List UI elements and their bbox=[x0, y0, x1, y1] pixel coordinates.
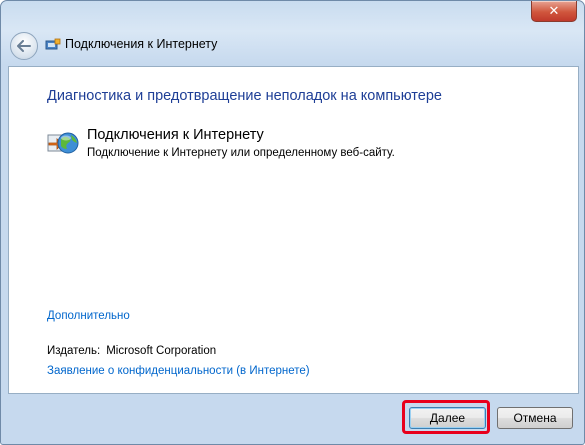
item-description: Подключение к Интернету или определенном… bbox=[87, 147, 395, 159]
close-button[interactable]: ✕ bbox=[531, 1, 577, 22]
item-title[interactable]: Подключения к Интернету bbox=[87, 127, 264, 143]
troubleshooter-icon bbox=[45, 38, 61, 50]
publisher-label: Издатель: bbox=[47, 345, 101, 357]
window-title: Подключения к Интернету bbox=[65, 37, 218, 51]
publisher-row: Издатель: Microsoft Corporation bbox=[47, 345, 216, 357]
network-troubleshooter-icon bbox=[47, 132, 79, 154]
back-arrow-icon bbox=[17, 40, 31, 52]
back-button[interactable] bbox=[10, 32, 38, 60]
content-pane: Диагностика и предотвращение неполадок н… bbox=[8, 66, 579, 394]
footer-bar: Далее Отмена bbox=[1, 393, 584, 444]
next-button-highlight bbox=[402, 400, 490, 434]
cancel-button[interactable]: Отмена bbox=[497, 407, 573, 429]
privacy-statement-link[interactable]: Заявление о конфиденциальности (в Интерн… bbox=[47, 365, 310, 377]
publisher-value: Microsoft Corporation bbox=[106, 345, 217, 357]
page-heading: Диагностика и предотвращение неполадок н… bbox=[47, 88, 442, 104]
troubleshooter-window: ✕ Подключения к Интернету Диагностика и … bbox=[0, 0, 585, 445]
advanced-link[interactable]: Дополнительно bbox=[47, 310, 130, 322]
close-icon: ✕ bbox=[548, 3, 560, 19]
